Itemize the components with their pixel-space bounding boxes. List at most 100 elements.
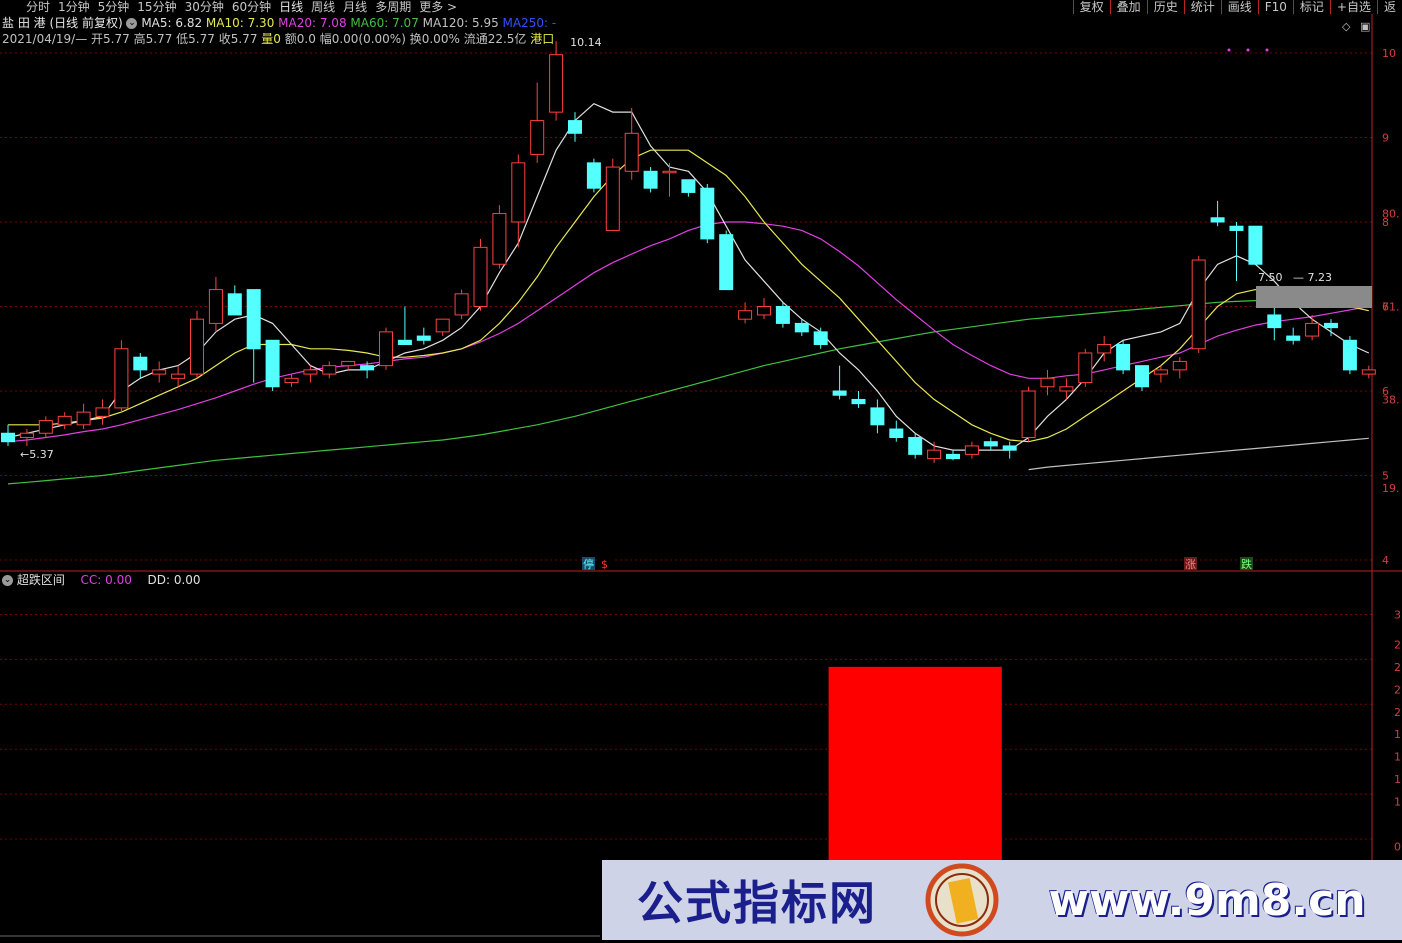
sub-y-tick-label: 3 [1394,608,1401,621]
diamond-icon[interactable]: ◇ [1342,20,1351,33]
candle-body[interactable] [152,369,167,375]
candle-body[interactable] [870,407,885,426]
candle-body[interactable] [473,246,488,308]
candle-body[interactable] [1097,344,1112,354]
candlestick-chart[interactable]: 1098765480.61.38.19.10.14←5.377.50— 7.23… [0,0,1402,572]
candle-body[interactable] [1191,259,1206,350]
candle-body[interactable] [511,162,526,223]
candle-body[interactable] [171,373,186,379]
candle-body[interactable] [38,420,53,434]
candle-body[interactable] [1078,352,1093,384]
candle-body[interactable] [1153,369,1168,375]
candle-body[interactable] [1059,386,1074,392]
candle-body[interactable] [983,441,998,447]
watermark-badge [912,860,1012,940]
watermark-right-text: www.9m8.cn [1048,874,1366,926]
fall-marker: 跌 [1241,557,1252,571]
candle-body[interactable] [454,293,469,316]
candle-body[interactable] [1135,365,1149,388]
candle-body[interactable] [1286,335,1301,341]
candle-body[interactable] [889,428,904,438]
candle-body[interactable] [1116,344,1131,371]
candle-body[interactable] [1248,225,1263,265]
candle-body[interactable] [1267,314,1282,329]
rise-marker: 涨 [1185,558,1196,571]
candle-body[interactable] [208,289,223,324]
candle-body[interactable] [416,335,431,341]
candle-body[interactable] [1,432,15,443]
candle-body[interactable] [927,449,942,460]
candle-body[interactable] [775,306,790,324]
candle-body[interactable] [757,306,771,316]
badge-logo-icon [925,863,999,937]
candle-body[interactable] [1324,322,1338,329]
candle-body[interactable] [643,170,658,189]
candle-body[interactable] [1040,377,1055,388]
candle-body[interactable] [435,318,450,333]
candle-body[interactable] [586,162,601,189]
candle-body[interactable] [114,348,129,409]
sub-y-tick-label: 1 [1394,751,1401,764]
candle-body[interactable] [322,365,337,375]
candle-body[interactable] [946,453,960,460]
sub-y-tick-label: 1 [1394,773,1401,786]
candle-body[interactable] [681,179,696,193]
candle-body[interactable] [794,322,809,333]
candle-body[interactable] [379,331,393,367]
window-icon[interactable]: ▣ [1360,20,1370,33]
candle-body[interactable] [738,310,753,320]
candle-body[interactable] [1305,322,1320,337]
candle-body[interactable] [964,445,979,455]
y-tick-label: 4 [1382,554,1389,567]
y-tick-secondary: 61. [1382,301,1400,314]
candle-body[interactable] [1342,339,1357,371]
candle-body[interactable] [57,415,72,426]
candle-body[interactable] [1229,225,1244,231]
low-price-label: ←5.37 [20,448,54,461]
candle-body[interactable] [246,289,261,350]
y-tick-secondary: 38. [1382,393,1400,406]
sub-y-tick-label: 1 [1394,796,1401,809]
candle-body[interactable] [624,132,639,172]
candle-body[interactable] [1210,217,1225,223]
y-tick-secondary: 19. [1382,482,1400,495]
selection-box[interactable] [1256,286,1372,308]
candle-body[interactable] [95,407,110,417]
candle-body[interactable] [719,234,734,291]
candle-body[interactable] [1021,390,1036,438]
candle-body[interactable] [700,187,715,240]
watermark-left: 公式指标网 [602,860,912,940]
candle-body[interactable] [568,120,582,134]
candle-body[interactable] [1361,369,1376,375]
candle-body[interactable] [397,339,412,346]
sub-y-tick-label: 1 [1394,728,1401,741]
sub-y-tick-label: 2 [1394,683,1401,696]
candle-body[interactable] [492,213,507,265]
signal-dot [1227,48,1231,52]
candle-body[interactable] [813,331,828,346]
candle-body[interactable] [76,411,91,426]
candle-body[interactable] [265,339,280,388]
candle-body[interactable] [549,54,564,113]
candle-body[interactable] [851,398,866,405]
candle-body[interactable] [832,390,847,396]
candle-body[interactable] [190,318,204,375]
candle-body[interactable] [133,356,148,371]
candle-body[interactable] [227,293,242,316]
candle-body[interactable] [1002,445,1017,451]
recent-price-a: 7.50 [1258,271,1283,284]
indicator-bar [828,666,1002,864]
candle-body[interactable] [284,377,299,384]
candle-body[interactable] [360,365,375,371]
y-tick-label: 5 [1382,470,1389,483]
candle-body[interactable] [662,170,677,174]
candle-body[interactable] [341,360,356,367]
candle-body[interactable] [908,436,923,455]
candle-body[interactable] [530,120,545,155]
ma20-line [7,221,1369,443]
high-price-label: 10.14 [570,36,602,49]
candle-body[interactable] [605,166,620,231]
candle-body[interactable] [1172,360,1187,371]
candle-body[interactable] [19,432,34,438]
candle-body[interactable] [303,369,318,375]
